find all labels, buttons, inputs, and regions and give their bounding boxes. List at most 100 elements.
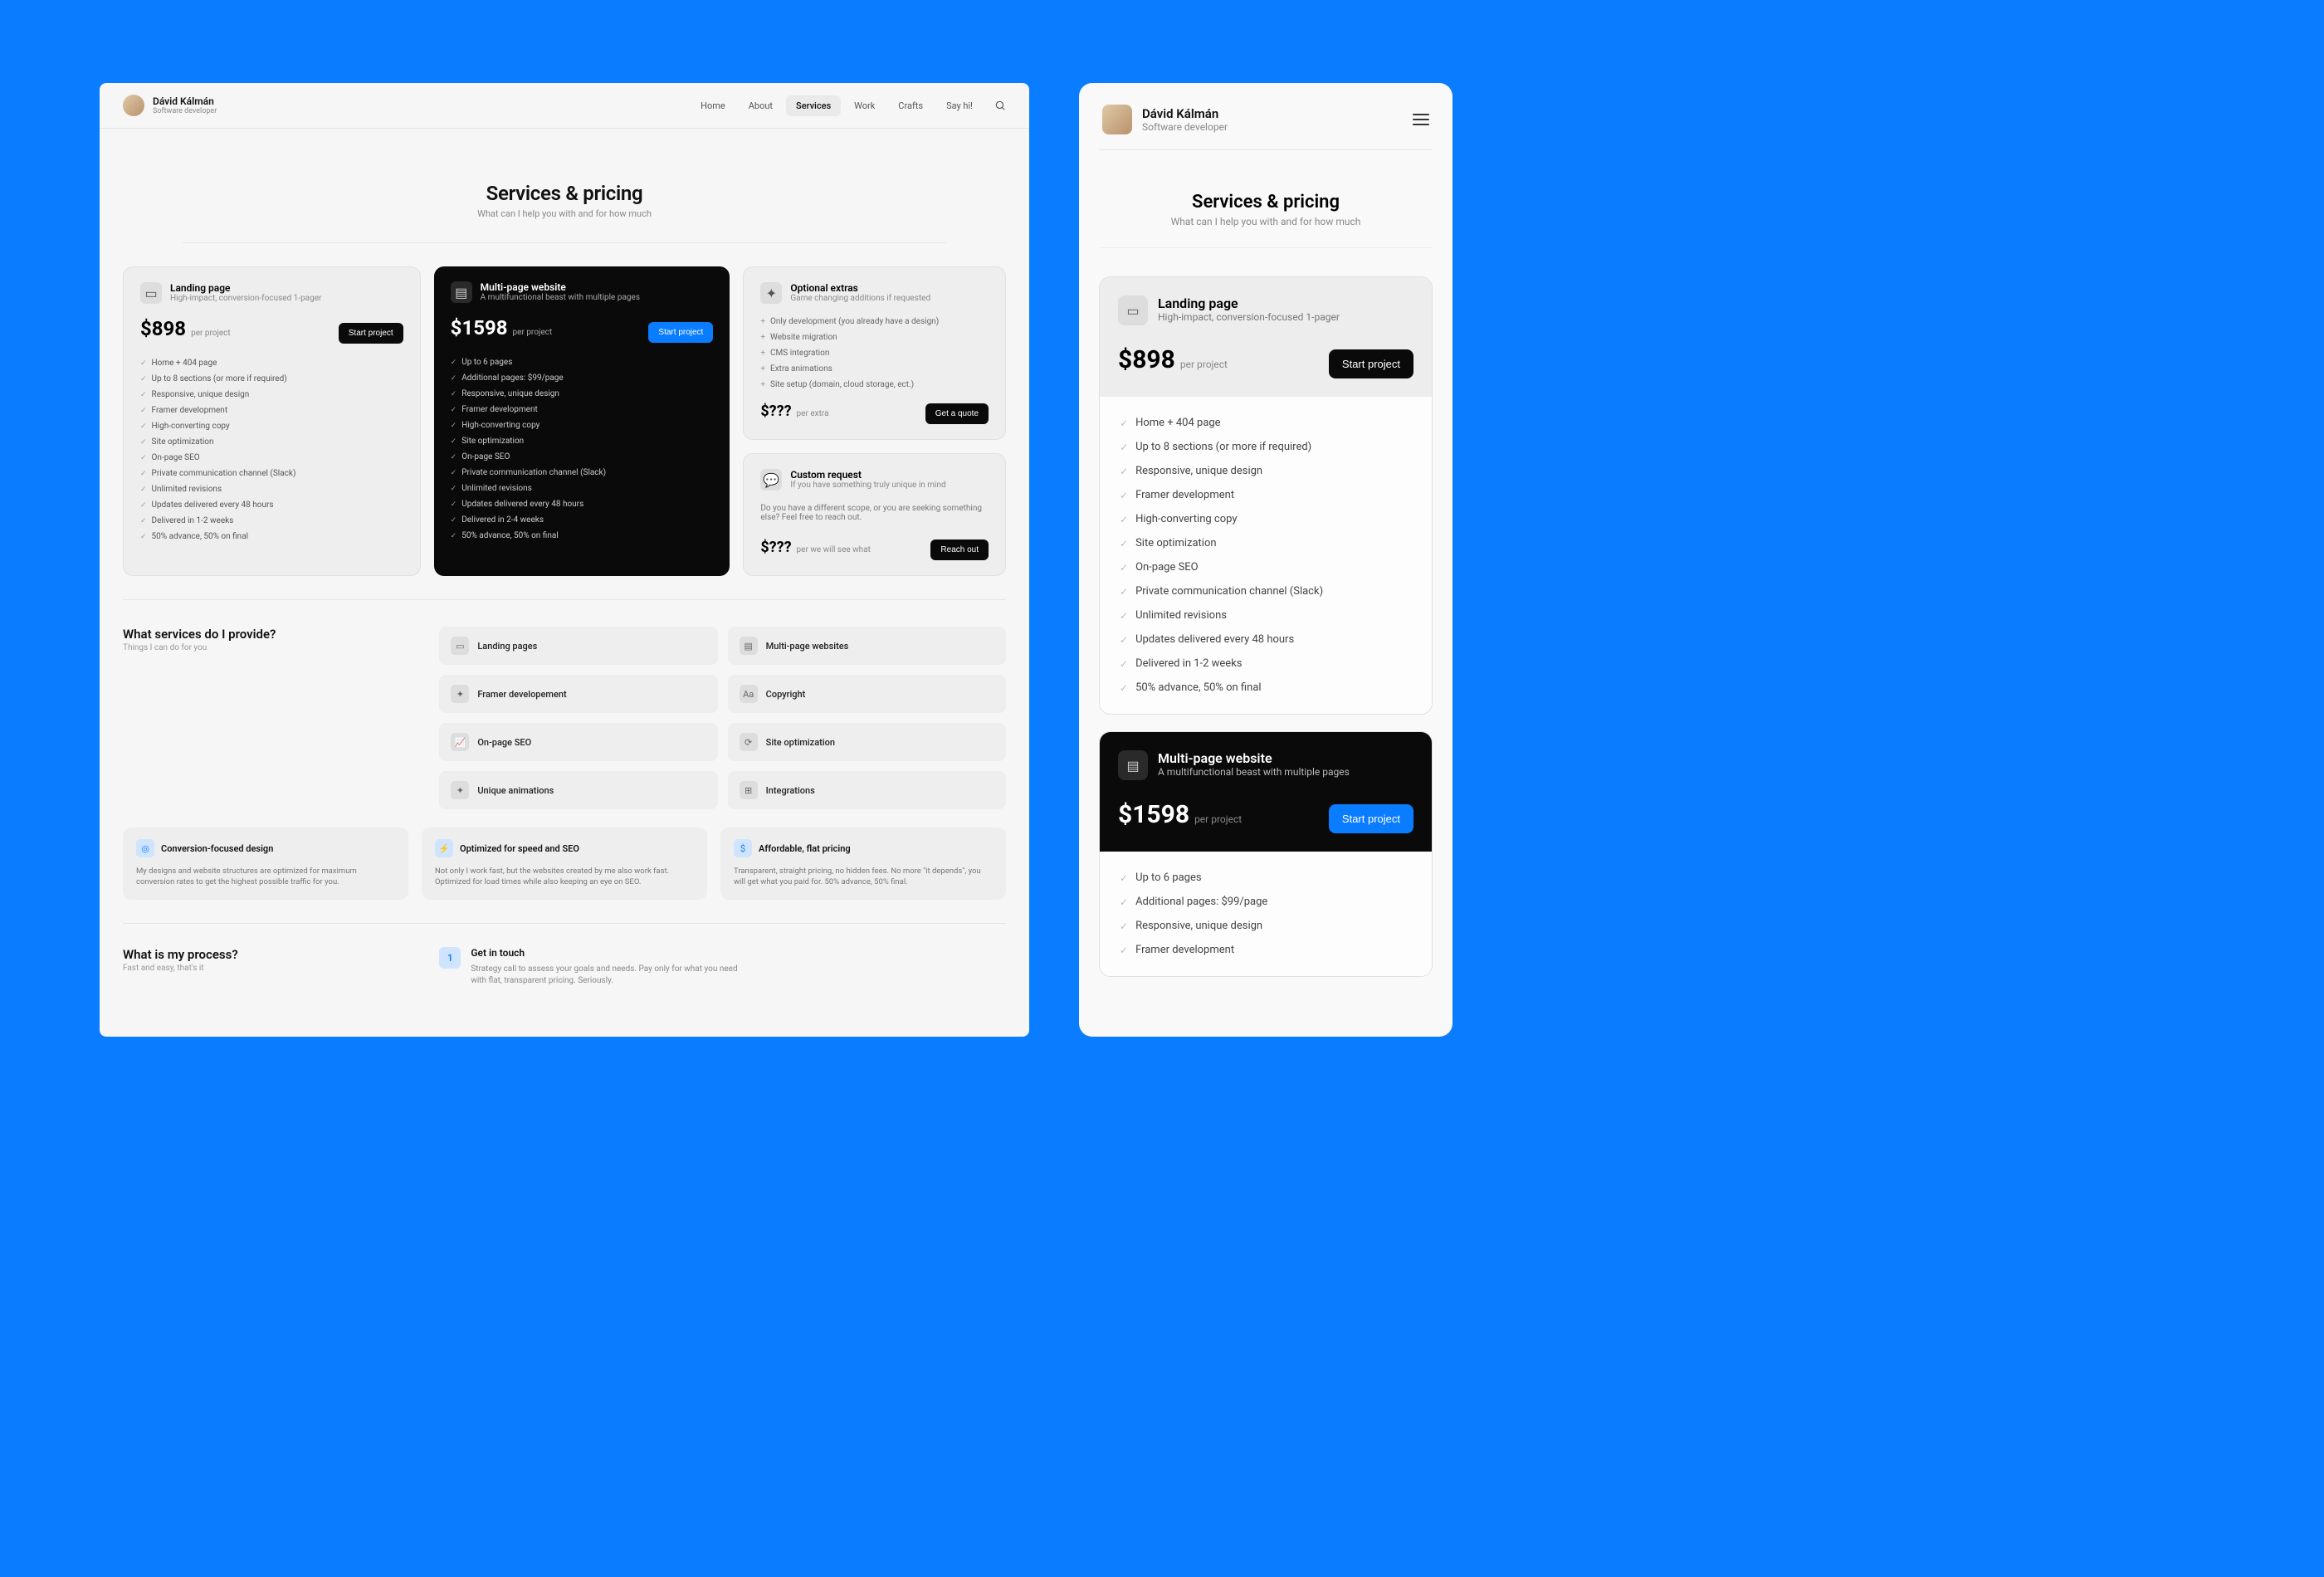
- search-icon[interactable]: [994, 100, 1006, 111]
- bolt-icon: ⚡: [435, 839, 453, 857]
- feature-conversion: ◎Conversion-focused design My designs an…: [123, 828, 408, 900]
- feature-item: Private communication channel (Slack): [140, 469, 403, 478]
- services-section: What services do I provide? Things I can…: [100, 600, 1029, 900]
- card-subtitle: A multifunctional beast with multiple pa…: [1158, 766, 1350, 778]
- reach-out-button[interactable]: Reach out: [930, 540, 989, 560]
- brand-name: Dávid Kálmán: [153, 95, 217, 107]
- start-project-button[interactable]: Start project: [648, 322, 713, 343]
- feature-item: 50% advance, 50% on final: [140, 532, 403, 541]
- feature-item: Unlimited revisions: [1120, 609, 1412, 622]
- card-multipage: ▤ Multi-page website A multifunctional b…: [434, 266, 730, 576]
- chat-icon: 💬: [760, 469, 782, 491]
- step-title: Get in touch: [471, 947, 753, 959]
- chip-seo[interactable]: 📈On-page SEO: [439, 723, 717, 761]
- price-unit: per project: [1194, 813, 1324, 825]
- hamburger-icon[interactable]: [1413, 114, 1429, 125]
- feature-list: Home + 404 page Up to 8 sections (or mor…: [140, 359, 403, 541]
- feature-item: On-page SEO: [451, 452, 714, 461]
- feature-item: Responsive, unique design: [1120, 920, 1412, 932]
- avatar: [123, 95, 144, 116]
- layout-icon: ▭: [140, 282, 162, 304]
- card-custom: 💬 Custom request If you have something t…: [743, 453, 1006, 576]
- nav-work[interactable]: Work: [844, 95, 885, 116]
- chip-framer[interactable]: ✦Framer developement: [439, 675, 717, 713]
- price: $898: [1118, 345, 1175, 374]
- chip-optimization[interactable]: ⟳Site optimization: [728, 723, 1006, 761]
- nav-crafts[interactable]: Crafts: [888, 95, 933, 116]
- card-subtitle: Game changing additions if requested: [790, 294, 930, 303]
- gauge-icon: ⟳: [740, 733, 758, 751]
- card-landing: ▭ Landing page High-impact, conversion-f…: [123, 266, 421, 576]
- price-unit: per extra: [797, 409, 920, 418]
- feature-item: Updates delivered every 48 hours: [1120, 633, 1412, 646]
- nav-say-hi[interactable]: Say hi!: [936, 95, 983, 116]
- feature-item: Private communication channel (Slack): [451, 468, 714, 477]
- feature-body: Transparent, straight pricing, no hidden…: [734, 866, 993, 888]
- extra-item: Site setup (domain, cloud storage, ect.): [760, 380, 989, 389]
- start-project-button[interactable]: Start project: [1329, 349, 1413, 378]
- feature-item: Responsive, unique design: [140, 390, 403, 399]
- nav-home[interactable]: Home: [691, 95, 735, 116]
- feature-list: Home + 404 page Up to 8 sections (or mor…: [1100, 397, 1432, 714]
- extra-item: Extra animations: [760, 364, 989, 374]
- chip-animations[interactable]: ✦Unique animations: [439, 771, 717, 809]
- page-subtitle: What can I help you with and for how muc…: [183, 208, 946, 219]
- price-unit: per project: [513, 328, 644, 337]
- card-landing-mobile: ▭ Landing page High-impact, conversion-f…: [1099, 276, 1433, 715]
- hero-mobile: Services & pricing What can I help you w…: [1099, 150, 1433, 248]
- nav-services[interactable]: Services: [786, 95, 841, 116]
- brand-name: Dávid Kálmán: [1142, 106, 1413, 121]
- card-title: Custom request: [790, 469, 945, 481]
- start-project-button[interactable]: Start project: [1329, 804, 1413, 833]
- sparkle-icon: ✦: [451, 781, 469, 799]
- feature-body: My designs and website structures are op…: [136, 866, 395, 888]
- process-section: What is my process? Fast and easy, that'…: [100, 924, 1029, 987]
- framer-icon: ✦: [451, 685, 469, 703]
- header: Dávid Kálmán Software developer Home Abo…: [100, 83, 1029, 129]
- card-multipage-mobile: ▤ Multi-page website A multifunctional b…: [1099, 731, 1433, 977]
- feature-item: Updates delivered every 48 hours: [140, 500, 403, 510]
- feature-item: Updates delivered every 48 hours: [451, 500, 714, 509]
- nav-about[interactable]: About: [739, 95, 783, 116]
- page-title: Services & pricing: [1099, 192, 1433, 212]
- custom-body: Do you have a different scope, or you ar…: [760, 504, 989, 522]
- chip-multipage[interactable]: ▤Multi-page websites: [728, 627, 1006, 665]
- feature-item: Additional pages: $99/page: [1120, 896, 1412, 908]
- feature-item: Framer development: [1120, 944, 1412, 956]
- hero: Services & pricing What can I help you w…: [183, 129, 946, 243]
- start-project-button[interactable]: Start project: [339, 323, 403, 344]
- card-subtitle: High-impact, conversion-focused 1-pager: [1158, 311, 1340, 323]
- price: $1598: [451, 316, 508, 339]
- page-title: Services & pricing: [183, 182, 946, 205]
- chip-copyright[interactable]: AaCopyright: [728, 675, 1006, 713]
- price-unit: per project: [191, 329, 334, 338]
- card-subtitle: If you have something truly unique in mi…: [790, 481, 945, 490]
- pages-icon: ▤: [451, 281, 472, 303]
- feature-item: High-converting copy: [1120, 513, 1412, 525]
- chip-landing-pages[interactable]: ▭Landing pages: [439, 627, 717, 665]
- feature-item: Up to 8 sections (or more if required): [1120, 441, 1412, 453]
- feature-item: 50% advance, 50% on final: [1120, 681, 1412, 694]
- text-icon: Aa: [740, 685, 758, 703]
- card-title: Multi-page website: [1158, 750, 1350, 766]
- feature-item: Unlimited revisions: [451, 484, 714, 493]
- feature-item: Framer development: [1120, 489, 1412, 501]
- get-quote-button[interactable]: Get a quote: [925, 403, 989, 424]
- feature-item: Additional pages: $99/page: [451, 374, 714, 383]
- card-subtitle: A multifunctional beast with multiple pa…: [481, 293, 640, 302]
- feature-item: Delivered in 1-2 weeks: [1120, 657, 1412, 670]
- feature-item: Up to 8 sections (or more if required): [140, 374, 403, 383]
- card-title: Landing page: [1158, 295, 1340, 311]
- chart-icon: 📈: [451, 733, 469, 751]
- header-mobile: Dávid Kálmán Software developer: [1099, 100, 1433, 150]
- feature-item: Framer development: [140, 406, 403, 415]
- price: $898: [140, 317, 186, 340]
- feature-body: Not only I work fast, but the websites c…: [435, 866, 694, 888]
- chip-integrations[interactable]: ⊞Integrations: [728, 771, 1006, 809]
- section-subtitle: Things I can do for you: [123, 643, 406, 652]
- feature-item: Up to 6 pages: [451, 358, 714, 367]
- section-title: What is my process?: [123, 947, 406, 962]
- layout-icon: ▭: [451, 637, 469, 655]
- grid-icon: ⊞: [740, 781, 758, 799]
- process-step-1: 1 Get in touch Strategy call to assess y…: [439, 947, 1006, 987]
